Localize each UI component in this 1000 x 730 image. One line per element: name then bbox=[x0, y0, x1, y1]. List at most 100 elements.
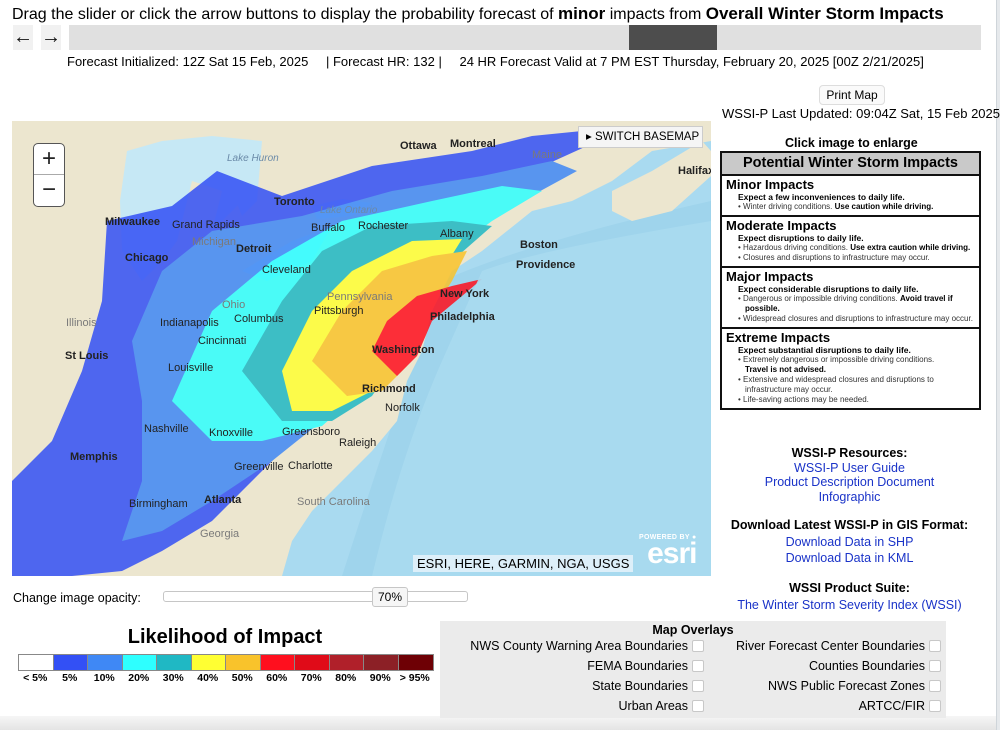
legend-label: 5% bbox=[62, 672, 78, 684]
legend-label: 20% bbox=[128, 672, 150, 684]
region-label: Pennsylvania bbox=[327, 291, 393, 303]
city-label: Knoxville bbox=[209, 427, 254, 439]
city-label: Pittsburgh bbox=[314, 305, 364, 317]
overlay-state-boundaries[interactable]: State Boundaries bbox=[592, 679, 704, 693]
checkbox[interactable] bbox=[929, 700, 941, 712]
city-label: Albany bbox=[440, 228, 474, 240]
city-label: Philadelphia bbox=[430, 311, 495, 323]
opacity-label: Change image opacity: bbox=[13, 591, 141, 605]
resources-heading: WSSI-P Resources: bbox=[791, 446, 908, 460]
product-description-link[interactable]: Product Description Document bbox=[722, 475, 977, 490]
city-label: Montreal bbox=[450, 138, 496, 150]
city-label: St Louis bbox=[65, 350, 109, 362]
zoom-out-button[interactable]: − bbox=[34, 175, 64, 206]
checkbox[interactable] bbox=[929, 680, 941, 692]
overlay-urban-areas[interactable]: Urban Areas bbox=[619, 699, 704, 713]
legend-label: 60% bbox=[266, 672, 288, 684]
overlay-artcc-fir[interactable]: ARTCC/FIR bbox=[859, 699, 941, 713]
checkbox[interactable] bbox=[692, 680, 704, 692]
city-label: Louisville bbox=[168, 362, 214, 374]
checkbox[interactable] bbox=[692, 640, 704, 652]
city-label: Norfolk bbox=[385, 402, 420, 414]
forecast-map[interactable]: Ottawa Montreal Halifax Toronto Buffalo … bbox=[12, 121, 711, 576]
arrow-left-icon: ← bbox=[13, 26, 33, 48]
wssi-link[interactable]: The Winter Storm Severity Index (WSSI) bbox=[722, 598, 977, 613]
impacts-title: Potential Winter Storm Impacts bbox=[722, 153, 979, 176]
city-label: Cincinnati bbox=[198, 335, 247, 347]
download-kml-link[interactable]: Download Data in KML bbox=[722, 551, 977, 566]
legend-label: < 5% bbox=[23, 672, 48, 684]
legend-title: Likelihood of Impact bbox=[127, 626, 323, 648]
city-label: Nashville bbox=[144, 423, 189, 435]
region-label: Maine bbox=[532, 149, 562, 161]
region-label: Ohio bbox=[222, 299, 246, 311]
switch-basemap-button[interactable]: ▸ SWITCH BASEMAP bbox=[578, 126, 703, 148]
next-time-button[interactable]: → bbox=[41, 25, 61, 50]
city-label: Washington bbox=[372, 344, 435, 356]
map-overlays-panel: Map Overlays NWS County Warning Area Bou… bbox=[440, 621, 946, 718]
city-label: Milwaukee bbox=[105, 216, 161, 228]
impacts-infographic[interactable]: Potential Winter Storm Impacts Minor Imp… bbox=[720, 151, 981, 410]
city-label: Greensboro bbox=[282, 426, 341, 438]
overlay-public-forecast-zones[interactable]: NWS Public Forecast Zones bbox=[768, 679, 941, 693]
forecast-info: Forecast Initialized: 12Z Sat 15 Feb, 20… bbox=[67, 54, 938, 69]
map-zoom-control: + − bbox=[33, 143, 65, 207]
impact-bullet: Widespread closures and disruptions to i… bbox=[738, 314, 975, 324]
city-label: Columbus bbox=[234, 313, 284, 325]
overlay-cwa-boundaries[interactable]: NWS County Warning Area Boundaries bbox=[470, 639, 704, 653]
water-label: Lake Ontario bbox=[320, 205, 378, 216]
overlays-title: Map Overlays bbox=[652, 623, 734, 637]
impact-bullet: Extremely dangerous or impossible drivin… bbox=[738, 355, 975, 375]
city-label: Detroit bbox=[236, 243, 272, 255]
impact-extreme: Extreme Impacts Expect substantial disru… bbox=[722, 329, 979, 408]
user-guide-link[interactable]: WSSI-P User Guide bbox=[722, 461, 977, 476]
legend-label: 50% bbox=[231, 672, 253, 684]
city-label: Halifax bbox=[678, 165, 711, 177]
city-label: Toronto bbox=[274, 196, 315, 208]
esri-logo: POWERED BY ● esri bbox=[639, 534, 697, 569]
time-slider-thumb[interactable] bbox=[629, 25, 717, 50]
previous-time-button[interactable]: ← bbox=[13, 25, 33, 50]
click-to-enlarge-label: Click image to enlarge bbox=[785, 136, 918, 150]
legend-swatch bbox=[364, 655, 399, 670]
impact-bullet: Winter driving conditions. Use caution w… bbox=[738, 202, 975, 212]
legend-label: 10% bbox=[93, 672, 115, 684]
overlay-counties-boundaries[interactable]: Counties Boundaries bbox=[809, 659, 941, 673]
legend-labels: < 5% 5% 10% 20% 30% 40% 50% 60% 70% 80% 90% > 95% bbox=[18, 672, 432, 684]
city-label: Indianapolis bbox=[160, 317, 219, 329]
opacity-slider-handle[interactable]: 70% bbox=[372, 587, 408, 607]
impact-moderate: Moderate Impacts Expect disruptions to d… bbox=[722, 217, 979, 268]
city-label: Memphis bbox=[70, 451, 118, 463]
impact-bullet: Dangerous or impossible driving conditio… bbox=[738, 294, 975, 314]
checkbox[interactable] bbox=[929, 660, 941, 672]
checkbox[interactable] bbox=[929, 640, 941, 652]
region-label: Michigan bbox=[192, 236, 237, 248]
legend-swatch bbox=[329, 655, 364, 670]
city-label: Rochester bbox=[358, 220, 409, 232]
checkbox[interactable] bbox=[692, 660, 704, 672]
opacity-slider[interactable]: 70% bbox=[163, 587, 468, 607]
headline-prefix: Drag the slider or click the arrow butto… bbox=[12, 6, 559, 23]
legend-swatch bbox=[88, 655, 123, 670]
city-label: Greenville bbox=[234, 461, 284, 473]
impact-bullet: Closures and disruptions to infrastructu… bbox=[738, 253, 975, 263]
download-shp-link[interactable]: Download Data in SHP bbox=[722, 535, 977, 550]
checkbox[interactable] bbox=[692, 700, 704, 712]
city-label: Boston bbox=[520, 239, 558, 251]
city-label: Atlanta bbox=[204, 494, 242, 506]
impact-bullet: Extensive and widespread closures and di… bbox=[738, 375, 975, 395]
forecast-time-slider[interactable] bbox=[69, 25, 981, 50]
legend-label: > 95% bbox=[399, 672, 430, 684]
city-label: Charlotte bbox=[288, 460, 333, 472]
product-suite-section: WSSI Product Suite: The Winter Storm Sev… bbox=[722, 581, 977, 612]
zoom-in-button[interactable]: + bbox=[34, 144, 64, 175]
legend-label: 90% bbox=[369, 672, 391, 684]
legend-label: 80% bbox=[335, 672, 357, 684]
print-map-button[interactable]: Print Map bbox=[819, 85, 885, 105]
overlay-fema-boundaries[interactable]: FEMA Boundaries bbox=[587, 659, 704, 673]
instruction-headline: Drag the slider or click the arrow butto… bbox=[12, 4, 944, 24]
infographic-link[interactable]: Infographic bbox=[722, 490, 977, 505]
overlay-rfc-boundaries[interactable]: River Forecast Center Boundaries bbox=[736, 639, 941, 653]
forecast-initialized: Forecast Initialized: 12Z Sat 15 Feb, 20… bbox=[67, 54, 309, 69]
impact-expectation: Expect considerable disruptions to daily… bbox=[738, 284, 919, 294]
